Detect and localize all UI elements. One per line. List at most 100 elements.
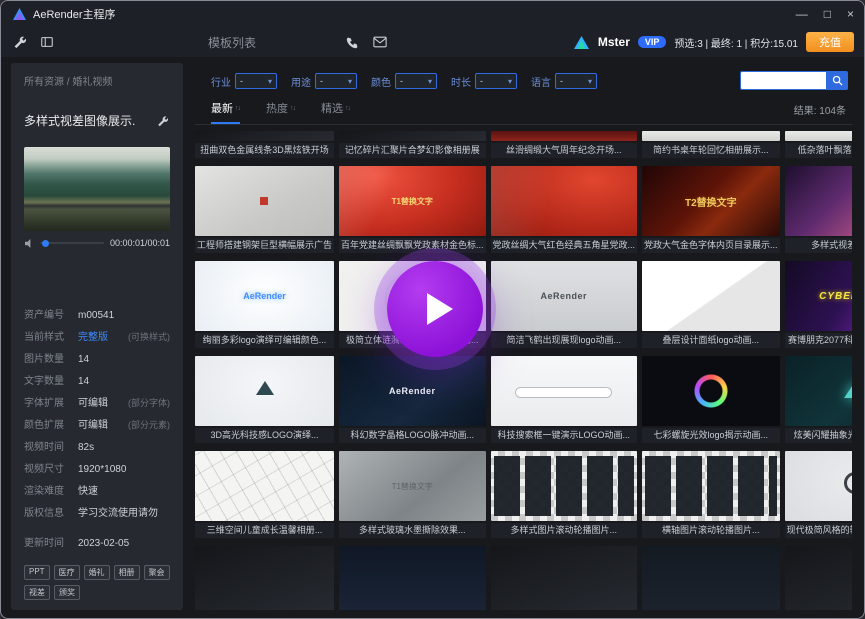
- edit-tools-icon[interactable]: [154, 113, 170, 129]
- template-thumbnail[interactable]: T1替换文字: [339, 166, 486, 236]
- top-toolbar: 模板列表 Mster VIP 预选:3 | 最终: 1 | 积分:15.01 充…: [1, 27, 864, 57]
- phone-icon[interactable]: [344, 34, 360, 50]
- template-thumbnail[interactable]: [785, 166, 852, 236]
- template-thumbnail[interactable]: [642, 356, 780, 426]
- breadcrumb[interactable]: 所有资源 / 婚礼视频: [24, 73, 170, 88]
- play-button[interactable]: [387, 261, 483, 357]
- template-card[interactable]: 扭曲双色金属线条3D黑炫铁开场: [195, 131, 334, 158]
- template-thumbnail[interactable]: [491, 546, 638, 610]
- template-thumbnail[interactable]: T2替换文字: [642, 166, 780, 236]
- template-thumbnail[interactable]: [491, 131, 638, 141]
- maximize-button[interactable]: □: [824, 8, 831, 20]
- tools-icon[interactable]: [11, 34, 27, 50]
- template-thumbnail[interactable]: [339, 131, 486, 141]
- template-card[interactable]: 横轴图片滚动轮播图片...: [642, 451, 780, 538]
- speaker-icon[interactable]: [24, 238, 34, 248]
- vip-badge[interactable]: VIP: [638, 36, 667, 48]
- template-card[interactable]: CYBERPUNK 赛博朋克2077科幻风LOGO动画...: [785, 261, 852, 348]
- recharge-button[interactable]: 充值: [806, 32, 854, 52]
- template-thumbnail[interactable]: [785, 131, 852, 141]
- tag-chip[interactable]: 医疗: [54, 565, 80, 580]
- template-card[interactable]: 三维空间儿童成长温馨相册...: [195, 451, 334, 538]
- filter-label: 颜色: [371, 74, 391, 89]
- template-card[interactable]: AeRender 简洁飞鹤出现展现logo动画...: [491, 261, 638, 348]
- template-thumbnail[interactable]: [195, 546, 334, 610]
- template-thumbnail[interactable]: [785, 546, 852, 610]
- template-card[interactable]: [339, 546, 486, 610]
- tag-chip[interactable]: 视差: [24, 585, 50, 600]
- tab-2[interactable]: 精选 ↑↓: [321, 100, 350, 124]
- template-card[interactable]: 炫美闪耀抽象光带LOGO动画...: [785, 356, 852, 443]
- panel-layout-icon[interactable]: [39, 34, 55, 50]
- template-thumbnail[interactable]: AeRender: [195, 261, 334, 331]
- progress-handle[interactable]: [42, 240, 49, 247]
- template-thumbnail[interactable]: [195, 131, 334, 141]
- template-thumbnail[interactable]: AeRender: [339, 356, 486, 426]
- filter-select[interactable]: - ▾: [235, 73, 277, 89]
- tag-chip[interactable]: 颁奖: [54, 585, 80, 600]
- template-card[interactable]: 多样式视差图像展示...: [785, 166, 852, 253]
- template-card[interactable]: 工程师搭建钢架巨型横幅展示广告: [195, 166, 334, 253]
- template-card[interactable]: [642, 546, 780, 610]
- template-thumbnail[interactable]: CYBERPUNK: [785, 261, 852, 331]
- video-preview[interactable]: [24, 147, 170, 231]
- tag-chip[interactable]: 聚会: [144, 565, 170, 580]
- template-thumbnail[interactable]: [785, 356, 852, 426]
- template-thumbnail[interactable]: [642, 131, 780, 141]
- template-thumbnail[interactable]: [785, 451, 852, 521]
- template-caption: 叠层设计面纸logo动画...: [642, 333, 780, 348]
- template-card[interactable]: 叠层设计面纸logo动画...: [642, 261, 780, 348]
- template-card[interactable]: [785, 546, 852, 610]
- property-label: 图片数量: [24, 350, 78, 365]
- filter-select[interactable]: - ▾: [555, 73, 597, 89]
- template-thumbnail[interactable]: [491, 166, 638, 236]
- search-input[interactable]: [740, 71, 826, 90]
- close-button[interactable]: ×: [847, 8, 854, 20]
- template-thumbnail[interactable]: AeRender: [491, 261, 638, 331]
- template-thumbnail[interactable]: [339, 546, 486, 610]
- template-card[interactable]: 丝滑绸缎大气周年纪念开场...: [491, 131, 638, 158]
- template-thumbnail[interactable]: [491, 356, 638, 426]
- progress-bar[interactable]: [40, 242, 104, 244]
- template-card[interactable]: [491, 546, 638, 610]
- template-card[interactable]: AeRender 绚丽多彩logo演绎可编辑颜色...: [195, 261, 334, 348]
- template-card[interactable]: 记忆碎片汇聚片合梦幻影像相册展: [339, 131, 486, 158]
- template-card[interactable]: T2替换文字 党政大气金色字体内页目录展示...: [642, 166, 780, 253]
- sidebar: 所有资源 / 婚礼视频 多样式视差图像展示. 00:00:01/00:01: [11, 63, 183, 610]
- template-card[interactable]: T1替换文字 多样式玻璃水墨撕除效果...: [339, 451, 486, 538]
- property-value[interactable]: 完整版: [78, 328, 108, 343]
- template-card[interactable]: 党政丝绸大气红色经典五角星党政...: [491, 166, 638, 253]
- filter-select[interactable]: - ▾: [395, 73, 437, 89]
- mail-icon[interactable]: [372, 34, 388, 50]
- template-card[interactable]: 简约书桌年轮回忆相册展示...: [642, 131, 780, 158]
- tag-chip[interactable]: PPT: [24, 565, 50, 580]
- template-card[interactable]: AeRender 科幻数字晶格LOGO脉冲动画...: [339, 356, 486, 443]
- minimize-button[interactable]: —: [796, 8, 808, 20]
- template-thumbnail[interactable]: [195, 356, 334, 426]
- template-card[interactable]: [195, 546, 334, 610]
- template-thumbnail[interactable]: T1替换文字: [339, 451, 486, 521]
- template-thumbnail[interactable]: [642, 451, 780, 521]
- template-card[interactable]: 现代极简风格的轮廓勾勒后3D标志: [785, 451, 852, 538]
- tag-chip[interactable]: 相册: [114, 565, 140, 580]
- template-thumbnail[interactable]: [491, 451, 638, 521]
- template-thumbnail[interactable]: [642, 261, 780, 331]
- tab-1[interactable]: 热度 ↑↓: [266, 100, 295, 124]
- filter-select[interactable]: - ▾: [475, 73, 517, 89]
- template-thumbnail[interactable]: [642, 546, 780, 610]
- template-thumbnail[interactable]: [195, 451, 334, 521]
- template-card[interactable]: 3D高光科技感LOGO演绎...: [195, 356, 334, 443]
- tag-chip[interactable]: 婚礼: [84, 565, 110, 580]
- property-label: 视频尺寸: [24, 460, 78, 475]
- title-bar: AeRender主程序 — □ ×: [1, 1, 864, 27]
- template-card[interactable]: 低杂落叶飘落效果相册展示...: [785, 131, 852, 158]
- template-card[interactable]: 科技搜索框一键演示LOGO动画...: [491, 356, 638, 443]
- template-card[interactable]: 七彩螺旋光效logo揭示动画...: [642, 356, 780, 443]
- filter-select[interactable]: - ▾: [315, 73, 357, 89]
- chevron-down-icon: ▾: [508, 77, 512, 86]
- template-card[interactable]: T1替换文字 百年党建丝绸飘飘党政素材金色标...: [339, 166, 486, 253]
- search-button[interactable]: [826, 71, 848, 90]
- template-thumbnail[interactable]: [195, 166, 334, 236]
- tab-0[interactable]: 最新 ↑↓: [211, 100, 240, 124]
- template-card[interactable]: 多样式图片滚动轮播图片...: [491, 451, 638, 538]
